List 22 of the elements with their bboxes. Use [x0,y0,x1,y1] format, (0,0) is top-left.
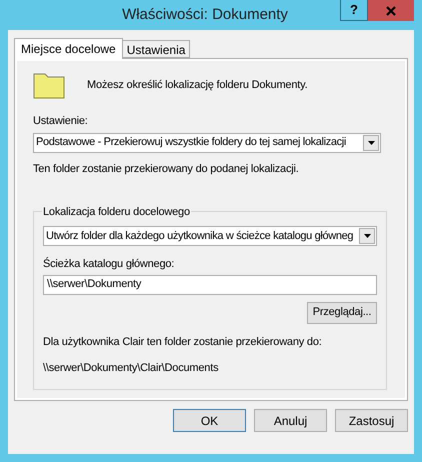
path-label: Ścieżka katalogu głównego: [43,256,176,272]
setting-label: Ustawienie: [33,114,89,129]
intro-text: Możesz określić lokalizację folderu Dokumenty. [87,78,308,93]
example-path: \\serwer\Dokumenty\Clair\Documents [43,361,220,376]
option-dropdown[interactable]: Utwórz folder dla każdego użytkownika w ścieżce katalogu główneg [43,226,377,246]
example-label: Dla użytkownika Clair ten folder zostanie przekierowany do: [43,334,323,350]
tab[interactable]: Miejsce docelowe [14,38,123,59]
dialog-button[interactable]: Zastosuj [335,409,408,432]
caret-icon [364,234,370,238]
dialog-button[interactable]: OK [173,409,246,432]
path-field[interactable]: \\serwer\Dokumenty [43,274,377,294]
close-icon [386,6,396,16]
close-button[interactable] [368,0,414,21]
setting-dropdown[interactable]: Podstawowe - Przekierowuj wszystkie foldery do tej samej lokalizacji [33,132,381,152]
caret-icon [368,140,374,144]
tab[interactable]: Ustawienia [122,40,190,58]
setting-note: Ten folder zostanie przekierowany do podanej lokalizacji. [33,162,300,176]
dialog-button[interactable]: Anuluj [254,409,327,432]
window-title: Właściwości: Dokumenty [122,4,288,25]
browse-button[interactable]: Przeglądaj... [307,302,377,324]
group-title: Lokalizacja folderu docelowego [42,204,191,220]
folder-icon [33,71,65,99]
